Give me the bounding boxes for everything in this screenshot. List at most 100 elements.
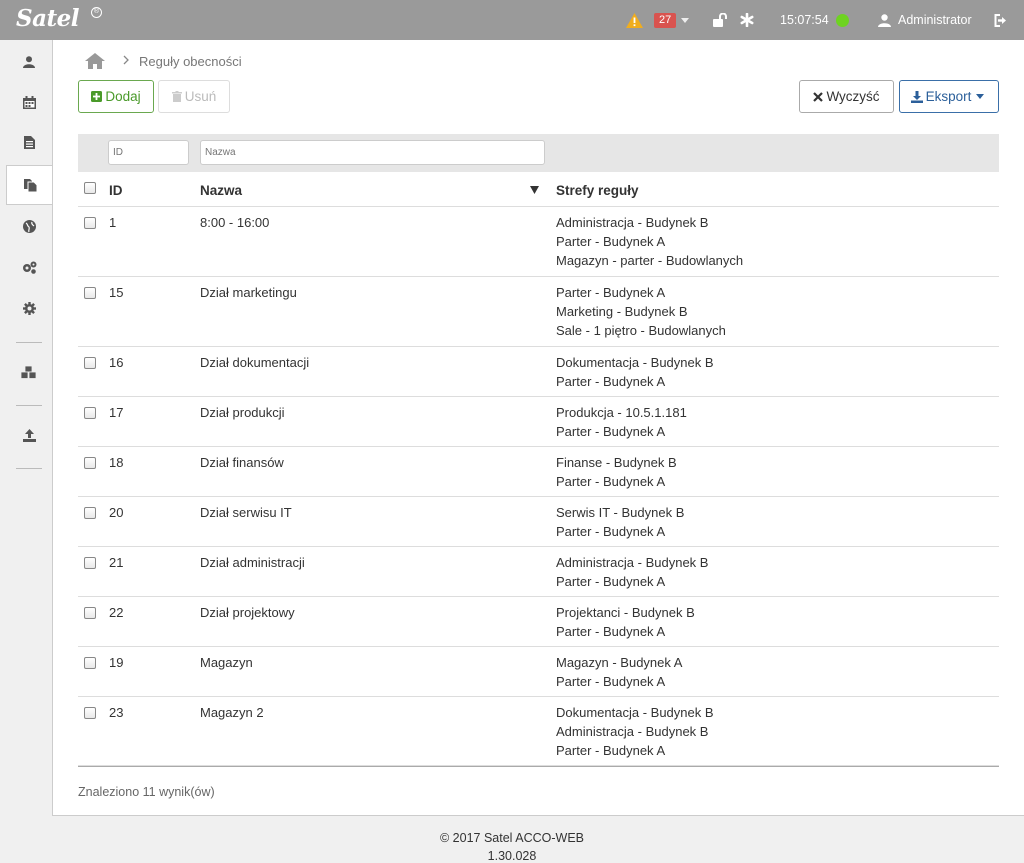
zone-item: Parter - Budynek A bbox=[556, 743, 666, 758]
row-checkbox[interactable] bbox=[84, 457, 96, 469]
cell-name[interactable]: Dział marketingu bbox=[200, 285, 297, 300]
sidebar-item-documents[interactable] bbox=[6, 122, 52, 162]
row-checkbox[interactable] bbox=[84, 607, 96, 619]
sidebar-item-network[interactable] bbox=[6, 206, 52, 246]
sidebar-item-presence-rules[interactable] bbox=[6, 165, 53, 205]
table-row[interactable]: 21 Dział administracji Administracja - Bud… bbox=[78, 547, 999, 597]
cell-name[interactable]: Dział produkcji bbox=[200, 405, 285, 420]
sidebar-divider bbox=[16, 342, 42, 343]
add-button[interactable]: Dodaj bbox=[78, 80, 154, 113]
warning-icon[interactable] bbox=[626, 0, 643, 40]
username[interactable]: Administrator bbox=[898, 0, 972, 40]
sidebar-item-devices[interactable] bbox=[6, 247, 52, 287]
user-icon bbox=[23, 56, 35, 68]
sidebar-item-settings[interactable] bbox=[6, 288, 52, 328]
logout-icon[interactable] bbox=[994, 0, 1009, 40]
sidebar-item-users[interactable] bbox=[6, 42, 52, 82]
zone-item: Parter - Budynek A bbox=[556, 624, 666, 639]
gears-icon bbox=[22, 261, 36, 274]
zone-item: Projektanci - Budynek B bbox=[556, 605, 695, 620]
zone-item: Serwis IT - Budynek B bbox=[556, 505, 685, 520]
sidebar-item-modules[interactable] bbox=[6, 352, 52, 392]
cell-name[interactable]: Dział serwisu IT bbox=[200, 505, 292, 520]
breadcrumb-separator-icon bbox=[123, 54, 129, 68]
cell-name[interactable]: 8:00 - 16:00 bbox=[200, 215, 269, 230]
cell-id: 15 bbox=[109, 285, 124, 300]
cell-zones: Finanse - Budynek B Parter - Budynek A bbox=[556, 453, 677, 491]
zone-item: Sale - 1 piętro - Budowlanych bbox=[556, 323, 726, 338]
zone-item: Administracja - Budynek B bbox=[556, 555, 709, 570]
column-header-id[interactable]: ID bbox=[109, 183, 123, 198]
row-checkbox[interactable] bbox=[84, 357, 96, 369]
add-button-label: Dodaj bbox=[105, 89, 141, 104]
cell-zones: Dokumentacja - Budynek B Parter - Budynek… bbox=[556, 353, 714, 391]
clear-button[interactable]: Wyczyść bbox=[799, 80, 894, 113]
upload-icon bbox=[22, 428, 36, 442]
table-row[interactable]: 1 8:00 - 16:00 Administracja - Budynek B Pa… bbox=[78, 207, 999, 277]
zone-item: Parter - Budynek A bbox=[556, 234, 666, 249]
table-row[interactable]: 15 Dział marketingu Parter - Budynek A Mark… bbox=[78, 277, 999, 347]
trash-icon bbox=[171, 91, 182, 102]
cell-id: 1 bbox=[109, 215, 117, 230]
cell-name[interactable]: Dział administracji bbox=[200, 555, 305, 570]
cell-name[interactable]: Magazyn 2 bbox=[200, 705, 264, 720]
row-checkbox[interactable] bbox=[84, 287, 96, 299]
cell-id: 23 bbox=[109, 705, 124, 720]
cell-name[interactable]: Dział dokumentacji bbox=[200, 355, 309, 370]
alerts-dropdown-icon[interactable] bbox=[681, 0, 689, 40]
row-checkbox[interactable] bbox=[84, 507, 96, 519]
cell-name[interactable]: Dział finansów bbox=[200, 455, 284, 470]
row-checkbox[interactable] bbox=[84, 557, 96, 569]
product-name: ACCO-WEB bbox=[515, 831, 584, 845]
zone-item: Finanse - Budynek B bbox=[556, 455, 677, 470]
sort-desc-icon[interactable] bbox=[530, 186, 539, 197]
cell-zones: Serwis IT - Budynek B Parter - Budynek A bbox=[556, 503, 684, 541]
cell-zones: Magazyn - Budynek A Parter - Budynek A bbox=[556, 653, 682, 691]
delete-button[interactable]: Usuń bbox=[158, 80, 230, 113]
export-button[interactable]: Eksport bbox=[899, 80, 999, 113]
cell-id: 18 bbox=[109, 455, 124, 470]
row-checkbox[interactable] bbox=[84, 407, 96, 419]
table-row[interactable]: 16 Dział dokumentacji Dokumentacja - Budyn… bbox=[78, 347, 999, 397]
alert-count-badge[interactable]: 27 bbox=[654, 0, 677, 40]
unlock-icon[interactable] bbox=[713, 0, 729, 40]
table-row[interactable]: 23 Magazyn 2 Dokumentacja - Budynek B Admin… bbox=[78, 697, 999, 766]
delete-button-label: Usuń bbox=[184, 89, 217, 104]
table-row[interactable]: 19 Magazyn Magazyn - Budynek A Parter - Bud… bbox=[78, 647, 999, 697]
row-checkbox[interactable] bbox=[84, 707, 96, 719]
row-checkbox[interactable] bbox=[84, 657, 96, 669]
id-filter-input[interactable] bbox=[108, 140, 189, 165]
row-checkbox[interactable] bbox=[84, 217, 96, 229]
cell-name[interactable]: Magazyn bbox=[200, 655, 253, 670]
home-icon[interactable] bbox=[85, 53, 105, 69]
zone-item: Magazyn - Budynek A bbox=[556, 655, 683, 670]
column-header-zones[interactable]: Strefy reguły bbox=[556, 181, 639, 200]
breadcrumb: Reguły obecności bbox=[85, 51, 242, 71]
copyright: © 2017 Satel bbox=[439, 831, 513, 845]
main-panel: Reguły obecności Dodaj Usuń Wyczyść Eksp… bbox=[52, 40, 1024, 816]
chevron-down-icon bbox=[976, 94, 985, 99]
cell-zones: Administracja - Budynek B Parter - Budyne… bbox=[556, 213, 743, 270]
column-header-name[interactable]: Nazwa bbox=[200, 183, 242, 198]
name-filter-input[interactable] bbox=[200, 140, 545, 165]
zone-item: Administracja - Budynek B bbox=[556, 724, 709, 739]
user-icon[interactable] bbox=[878, 0, 891, 40]
zone-item: Parter - Budynek A bbox=[556, 424, 666, 439]
select-all-checkbox[interactable] bbox=[84, 182, 96, 194]
cell-zones: Projektanci - Budynek B Parter - Budynek … bbox=[556, 603, 695, 641]
document-icon bbox=[23, 135, 35, 149]
cell-name[interactable]: Dział projektowy bbox=[200, 605, 295, 620]
table-row[interactable]: 22 Dział projektowy Projektanci - Budynek … bbox=[78, 597, 999, 647]
table-row[interactable]: 17 Dział produkcji Produkcja - 10.5.1.181 P… bbox=[78, 397, 999, 447]
table-body: 1 8:00 - 16:00 Administracja - Budynek B Pa… bbox=[78, 207, 999, 766]
asterisk-icon[interactable] bbox=[740, 0, 754, 40]
satel-logo[interactable]: Satel bbox=[16, 5, 80, 32]
breadcrumb-current: Reguły obecności bbox=[139, 53, 242, 69]
sidebar-item-upload[interactable] bbox=[6, 415, 52, 455]
table-row[interactable]: 18 Dział finansów Finanse - Budynek B Parte… bbox=[78, 447, 999, 497]
sidebar bbox=[0, 40, 53, 863]
sidebar-item-calendar[interactable] bbox=[6, 82, 52, 122]
table-row[interactable]: 20 Dział serwisu IT Serwis IT - Budynek B P… bbox=[78, 497, 999, 547]
clear-button-label: Wyczyść bbox=[826, 89, 880, 104]
cell-id: 17 bbox=[109, 405, 124, 420]
